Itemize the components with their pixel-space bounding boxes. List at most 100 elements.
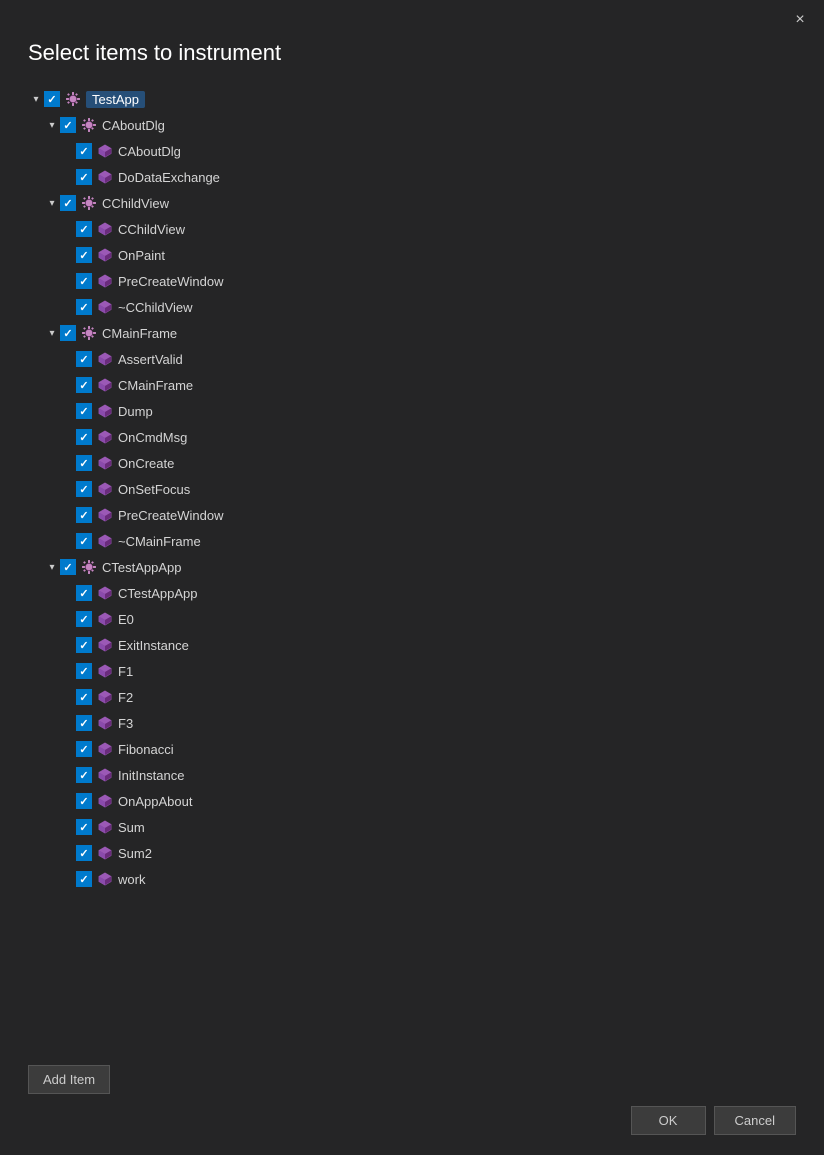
tree-item[interactable]: Sum2 (28, 840, 824, 866)
checkbox[interactable] (76, 169, 92, 185)
item-label: ~CMainFrame (118, 534, 201, 549)
tree-item[interactable]: CAboutDlg (28, 138, 824, 164)
checkbox[interactable] (76, 689, 92, 705)
item-icon (96, 506, 114, 524)
item-label: CAboutDlg (118, 144, 181, 159)
checkbox[interactable] (76, 377, 92, 393)
checkbox[interactable] (76, 507, 92, 523)
item-icon (96, 584, 114, 602)
item-icon (96, 272, 114, 290)
checkbox[interactable] (76, 221, 92, 237)
checkbox[interactable] (76, 871, 92, 887)
add-item-button[interactable]: Add Item (28, 1065, 110, 1094)
checkbox[interactable] (76, 741, 92, 757)
tree-item[interactable]: F2 (28, 684, 824, 710)
item-icon (96, 740, 114, 758)
tree-item[interactable]: CMainFrame (28, 320, 824, 346)
tree-item[interactable]: work (28, 866, 824, 892)
checkbox[interactable] (76, 585, 92, 601)
item-label: F1 (118, 664, 133, 679)
item-label: F2 (118, 690, 133, 705)
tree-item[interactable]: CChildView (28, 190, 824, 216)
item-label: work (118, 872, 145, 887)
expand-arrow[interactable] (44, 117, 60, 133)
tree-item[interactable]: Dump (28, 398, 824, 424)
item-label: Fibonacci (118, 742, 174, 757)
checkbox[interactable] (60, 117, 76, 133)
item-icon (96, 298, 114, 316)
tree-item[interactable]: PreCreateWindow (28, 268, 824, 294)
cancel-button[interactable]: Cancel (714, 1106, 796, 1135)
checkbox[interactable] (76, 793, 92, 809)
tree-item[interactable]: Fibonacci (28, 736, 824, 762)
item-label: ExitInstance (118, 638, 189, 653)
item-icon (96, 714, 114, 732)
tree-item[interactable]: Sum (28, 814, 824, 840)
tree-item[interactable]: CAboutDlg (28, 112, 824, 138)
item-icon (96, 246, 114, 264)
checkbox[interactable] (76, 273, 92, 289)
item-icon (96, 792, 114, 810)
ok-button[interactable]: OK (631, 1106, 706, 1135)
tree-item[interactable]: DoDataExchange (28, 164, 824, 190)
close-button[interactable]: × (788, 8, 812, 32)
tree-item[interactable]: F3 (28, 710, 824, 736)
tree-item[interactable]: OnSetFocus (28, 476, 824, 502)
tree-item[interactable]: F1 (28, 658, 824, 684)
checkbox[interactable] (44, 91, 60, 107)
item-label: Sum2 (118, 846, 152, 861)
tree-item[interactable]: E0 (28, 606, 824, 632)
tree-item[interactable]: CMainFrame (28, 372, 824, 398)
checkbox[interactable] (76, 611, 92, 627)
checkbox[interactable] (76, 247, 92, 263)
tree-item[interactable]: CChildView (28, 216, 824, 242)
tree-item[interactable]: OnCmdMsg (28, 424, 824, 450)
item-label: CChildView (118, 222, 185, 237)
checkbox[interactable] (76, 429, 92, 445)
tree-item[interactable]: CTestAppApp (28, 580, 824, 606)
action-buttons: OK Cancel (28, 1106, 796, 1135)
checkbox[interactable] (76, 637, 92, 653)
item-label: CMainFrame (102, 326, 177, 341)
tree-item[interactable]: CTestAppApp (28, 554, 824, 580)
checkbox[interactable] (76, 715, 92, 731)
checkbox[interactable] (60, 325, 76, 341)
tree-item[interactable]: OnAppAbout (28, 788, 824, 814)
checkbox[interactable] (76, 819, 92, 835)
tree-item[interactable]: InitInstance (28, 762, 824, 788)
item-icon (80, 324, 98, 342)
tree-item[interactable]: AssertValid (28, 346, 824, 372)
tree-container[interactable]: TestApp CAboutDlg CAboutDlg DoDataExchan… (0, 82, 824, 1053)
expand-arrow[interactable] (28, 91, 44, 107)
tree-item[interactable]: ExitInstance (28, 632, 824, 658)
item-icon (96, 844, 114, 862)
title-bar: × (0, 0, 824, 32)
checkbox[interactable] (76, 845, 92, 861)
tree-item[interactable]: PreCreateWindow (28, 502, 824, 528)
checkbox[interactable] (76, 663, 92, 679)
checkbox[interactable] (76, 403, 92, 419)
tree-item[interactable]: OnPaint (28, 242, 824, 268)
checkbox[interactable] (76, 455, 92, 471)
expand-arrow[interactable] (44, 325, 60, 341)
item-label: CMainFrame (118, 378, 193, 393)
item-label: CAboutDlg (102, 118, 165, 133)
bottom-bar: Add Item OK Cancel (0, 1053, 824, 1155)
tree-item[interactable]: TestApp (28, 86, 824, 112)
item-label: OnCreate (118, 456, 174, 471)
checkbox[interactable] (76, 481, 92, 497)
checkbox[interactable] (76, 143, 92, 159)
checkbox[interactable] (76, 299, 92, 315)
expand-arrow[interactable] (44, 195, 60, 211)
expand-arrow[interactable] (44, 559, 60, 575)
checkbox[interactable] (76, 767, 92, 783)
checkbox[interactable] (76, 533, 92, 549)
tree-item[interactable]: ~CChildView (28, 294, 824, 320)
item-icon (96, 350, 114, 368)
item-icon (96, 402, 114, 420)
tree-item[interactable]: OnCreate (28, 450, 824, 476)
checkbox[interactable] (60, 195, 76, 211)
checkbox[interactable] (60, 559, 76, 575)
tree-item[interactable]: ~CMainFrame (28, 528, 824, 554)
checkbox[interactable] (76, 351, 92, 367)
